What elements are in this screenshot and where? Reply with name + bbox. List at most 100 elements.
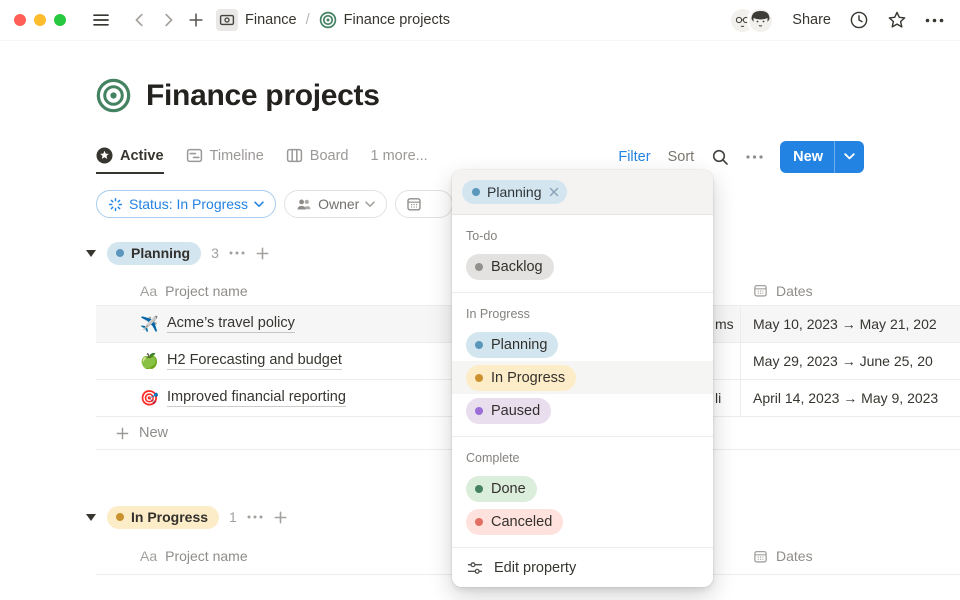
- status-section-in-progress: In Progress Planning In Progress Paused: [452, 293, 713, 437]
- remove-chip-icon[interactable]: [549, 187, 559, 197]
- clock-icon: [849, 10, 869, 30]
- option-label: Canceled: [491, 514, 552, 530]
- project-title-link[interactable]: H2 Forecasting and budget: [167, 352, 342, 370]
- status-filter-label: Status: In Progress: [129, 196, 248, 212]
- project-title-link[interactable]: Acme’s travel policy: [167, 315, 295, 333]
- sort-button[interactable]: Sort: [668, 149, 695, 165]
- new-record-dropdown[interactable]: [835, 141, 864, 173]
- search-button[interactable]: [711, 148, 729, 166]
- owner-cell-clipped: ms: [715, 306, 734, 342]
- collapse-group-toggle[interactable]: [86, 514, 96, 521]
- project-title-link[interactable]: Improved financial reporting: [167, 389, 346, 407]
- calendar-icon: [753, 549, 768, 564]
- owner-filter-chip[interactable]: Owner: [284, 190, 387, 218]
- status-option-done[interactable]: Done: [452, 472, 713, 505]
- edit-property-label: Edit property: [494, 560, 576, 576]
- edit-property-button[interactable]: Edit property: [452, 547, 713, 587]
- owner-cell-clipped: li: [715, 380, 721, 416]
- updates-button[interactable]: [849, 10, 869, 30]
- group-menu-button[interactable]: [247, 515, 263, 519]
- banknote-icon: [216, 9, 238, 31]
- new-record-button[interactable]: New: [780, 141, 864, 173]
- calendar-icon: [753, 283, 768, 298]
- chevron-down-icon: [844, 153, 855, 160]
- page-emoji-airplane: ✈️: [140, 315, 158, 333]
- option-label: Done: [491, 481, 526, 497]
- window-titlebar: Finance / Finance projects Share: [0, 0, 960, 41]
- page-title[interactable]: Finance projects: [146, 79, 380, 113]
- sidebar-toggle-button[interactable]: [86, 6, 116, 34]
- view-actions: Filter Sort New: [618, 141, 864, 173]
- avatar: [747, 7, 774, 34]
- dates-cell[interactable]: April 14, 2023 → May 9, 2023: [740, 380, 960, 416]
- nav-forward-button[interactable]: [154, 6, 182, 34]
- target-icon: [319, 11, 337, 29]
- page-menu-button[interactable]: [925, 18, 944, 23]
- traffic-lights: [14, 14, 66, 26]
- search-icon: [711, 148, 729, 166]
- column-header-dates[interactable]: Dates: [740, 283, 960, 299]
- share-button[interactable]: Share: [792, 12, 831, 28]
- page-emoji-dart: 🎯: [140, 389, 158, 407]
- group-pill-in-progress[interactable]: In Progress: [107, 506, 219, 529]
- text-type-icon: Aa: [140, 548, 157, 564]
- close-window-button[interactable]: [14, 14, 26, 26]
- dates-filter-chip[interactable]: [395, 190, 453, 218]
- group-add-button[interactable]: [273, 510, 288, 525]
- collapse-group-toggle[interactable]: [86, 250, 96, 257]
- minimize-window-button[interactable]: [34, 14, 46, 26]
- option-label: Backlog: [491, 259, 543, 275]
- filter-chips-row: Status: In Progress Owner: [96, 190, 453, 218]
- starred-view-icon: [96, 147, 113, 164]
- tab-label: Active: [120, 148, 164, 164]
- breadcrumb-workspace[interactable]: Finance: [245, 12, 297, 28]
- column-header-dates[interactable]: Dates: [740, 548, 960, 564]
- chevron-down-icon: [365, 201, 375, 208]
- zoom-window-button[interactable]: [54, 14, 66, 26]
- option-label: Paused: [491, 403, 540, 419]
- dates-cell[interactable]: May 29, 2023 → June 25, 20: [740, 343, 960, 379]
- tab-timeline[interactable]: Timeline: [186, 139, 264, 174]
- owner-filter-label: Owner: [318, 196, 359, 212]
- collaborator-avatars[interactable]: [729, 7, 774, 34]
- tab-active[interactable]: Active: [96, 139, 164, 174]
- new-page-button[interactable]: [182, 6, 210, 34]
- group-menu-button[interactable]: [229, 251, 245, 255]
- group-header-in-progress: In Progress 1: [86, 504, 288, 530]
- status-option-backlog[interactable]: Backlog: [452, 250, 713, 283]
- status-option-paused[interactable]: Paused: [452, 394, 713, 427]
- tab-more-views[interactable]: 1 more...: [371, 139, 428, 174]
- status-section-complete: Complete Done Canceled: [452, 437, 713, 547]
- page-target-icon[interactable]: [96, 78, 131, 113]
- status-section-todo: To-do Backlog: [452, 215, 713, 293]
- dates-cell[interactable]: May 10, 2023 → May 21, 202: [740, 306, 960, 342]
- status-option-canceled[interactable]: Canceled: [452, 505, 713, 538]
- status-dot: [475, 341, 483, 349]
- status-filter-chip[interactable]: Status: In Progress: [96, 190, 276, 218]
- group-pill-planning[interactable]: Planning: [107, 242, 201, 265]
- status-dot: [475, 485, 483, 493]
- view-options-button[interactable]: [746, 155, 763, 159]
- group-header-planning: Planning 3: [86, 240, 270, 266]
- column-label: Dates: [776, 548, 813, 564]
- new-row-label: New: [139, 425, 168, 441]
- selected-values-area[interactable]: Planning: [452, 170, 713, 215]
- chevron-down-icon: [254, 201, 264, 208]
- breadcrumb-separator: /: [306, 12, 310, 28]
- group-label: Planning: [131, 245, 190, 261]
- calendar-icon: [406, 196, 422, 212]
- new-record-label[interactable]: New: [780, 141, 834, 173]
- selected-chip-planning[interactable]: Planning: [462, 180, 567, 204]
- breadcrumb-page[interactable]: Finance projects: [344, 12, 450, 28]
- status-option-planning[interactable]: Planning: [452, 328, 713, 361]
- favorite-button[interactable]: [887, 10, 907, 30]
- filter-button[interactable]: Filter: [618, 149, 650, 165]
- status-option-in-progress[interactable]: In Progress: [452, 361, 713, 394]
- column-label: Dates: [776, 283, 813, 299]
- tab-board[interactable]: Board: [286, 139, 349, 174]
- group-add-button[interactable]: [255, 246, 270, 261]
- plus-icon: [255, 246, 270, 261]
- nav-back-button[interactable]: [126, 6, 154, 34]
- people-icon: [296, 197, 312, 212]
- titlebar-actions: Share: [729, 7, 944, 34]
